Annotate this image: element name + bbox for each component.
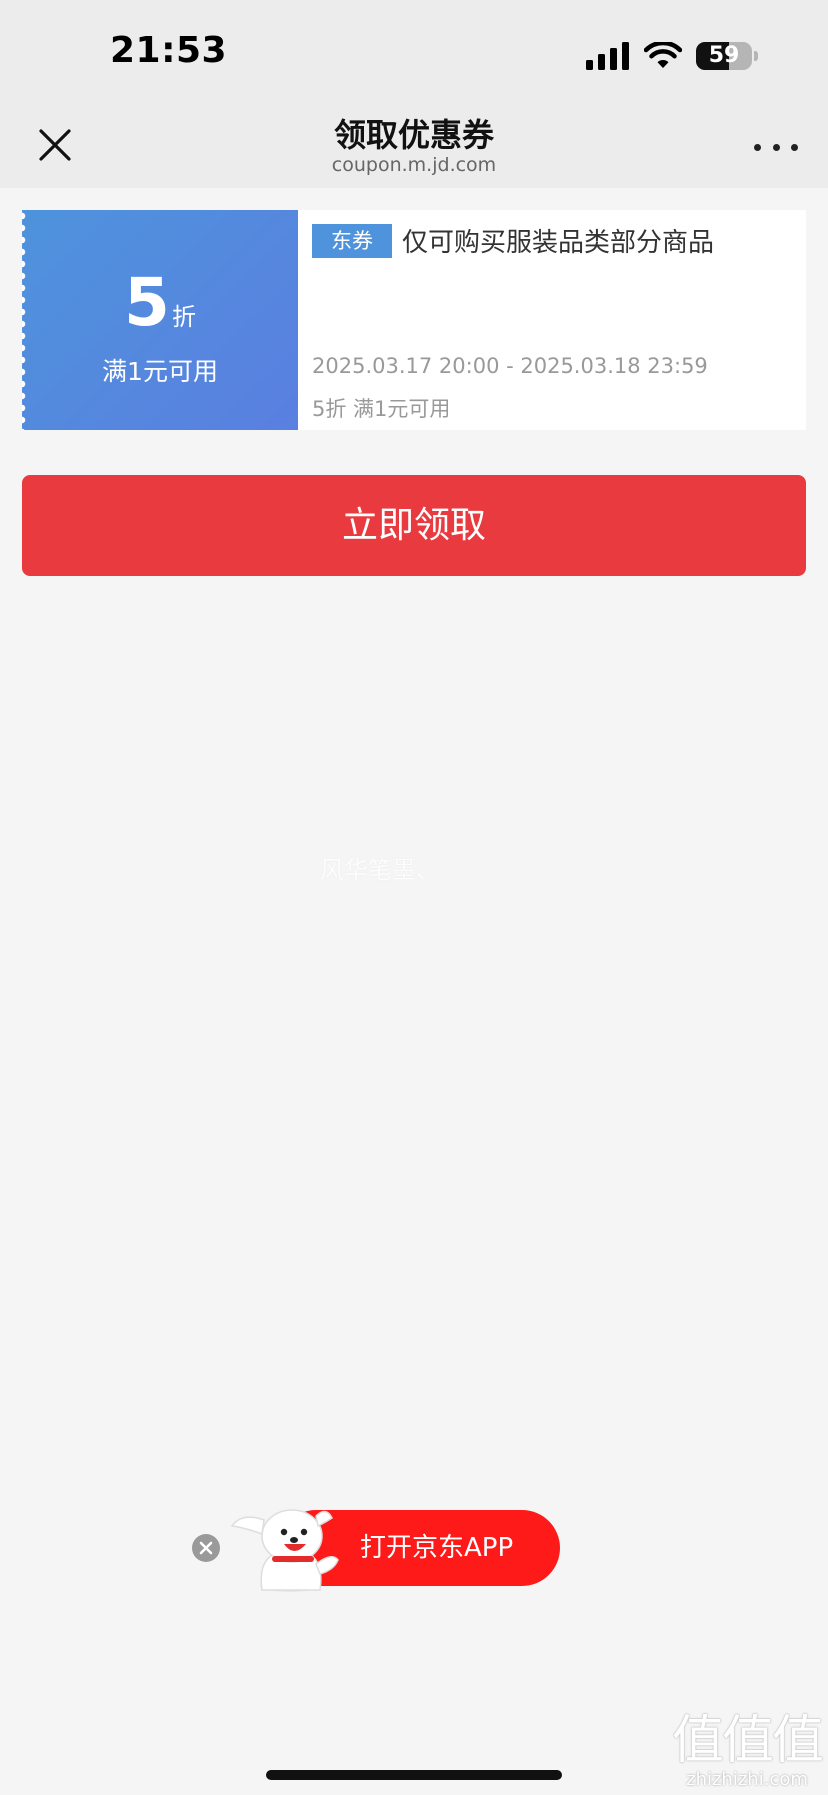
more-icon-dot [754, 143, 761, 151]
coupon-description: 仅可购买服装品类部分商品 [402, 228, 715, 258]
more-icon-dot [772, 143, 780, 151]
nav-bar: 领取优惠券 coupon.m.jd.com [0, 106, 828, 188]
status-bar: 21:53 59 [0, 0, 828, 106]
coupon-discount: 5折 [22, 264, 298, 341]
site-logo: 值值值 zhizhizhi.com [672, 1711, 824, 1792]
more-button[interactable] [754, 132, 798, 162]
coupon-rule: 5折 满1元可用 [312, 397, 451, 421]
discount-unit: 折 [171, 303, 196, 331]
site-logo-text: 值值值 [672, 1711, 824, 1771]
discount-number: 5 [124, 264, 170, 341]
open-app-button[interactable]: 打开京东APP [228, 1508, 560, 1592]
status-time: 21:53 [110, 30, 228, 71]
coupon-value-panel: 5折 满1元可用 [22, 210, 298, 430]
battery-icon: 59 [696, 42, 752, 70]
site-logo-domain: zhizhizhi.com [686, 1769, 808, 1790]
coupon-condition: 满1元可用 [102, 357, 218, 386]
more-icon-dot [791, 143, 798, 151]
close-icon [199, 1541, 213, 1555]
watermark-text: 风华笔墨、 [320, 856, 440, 884]
cellular-signal-icon [586, 42, 629, 70]
page-title: 领取优惠券 [333, 116, 494, 154]
battery-cap [754, 51, 758, 61]
claim-button[interactable]: 立即领取 [22, 475, 806, 576]
coupon-type-badge: 东券 [312, 224, 392, 258]
coupon-card: 5折 满1元可用 东券 仅可购买服装品类部分商品 2025.03.17 20:0… [22, 210, 806, 430]
battery-percent: 59 [708, 43, 740, 68]
open-app-label: 打开京东APP [360, 1533, 514, 1563]
mascot-icon [230, 1509, 339, 1592]
coupon-info-panel: 东券 仅可购买服装品类部分商品 2025.03.17 20:00 - 2025.… [298, 210, 806, 430]
coupon-validity: 2025.03.17 20:00 - 2025.03.18 23:59 [312, 354, 708, 378]
app-banner-close-button[interactable] [192, 1534, 220, 1562]
status-icons: 59 [586, 38, 758, 74]
wifi-icon [644, 42, 682, 68]
home-indicator[interactable] [266, 1770, 562, 1780]
page-domain: coupon.m.jd.com [331, 154, 497, 176]
